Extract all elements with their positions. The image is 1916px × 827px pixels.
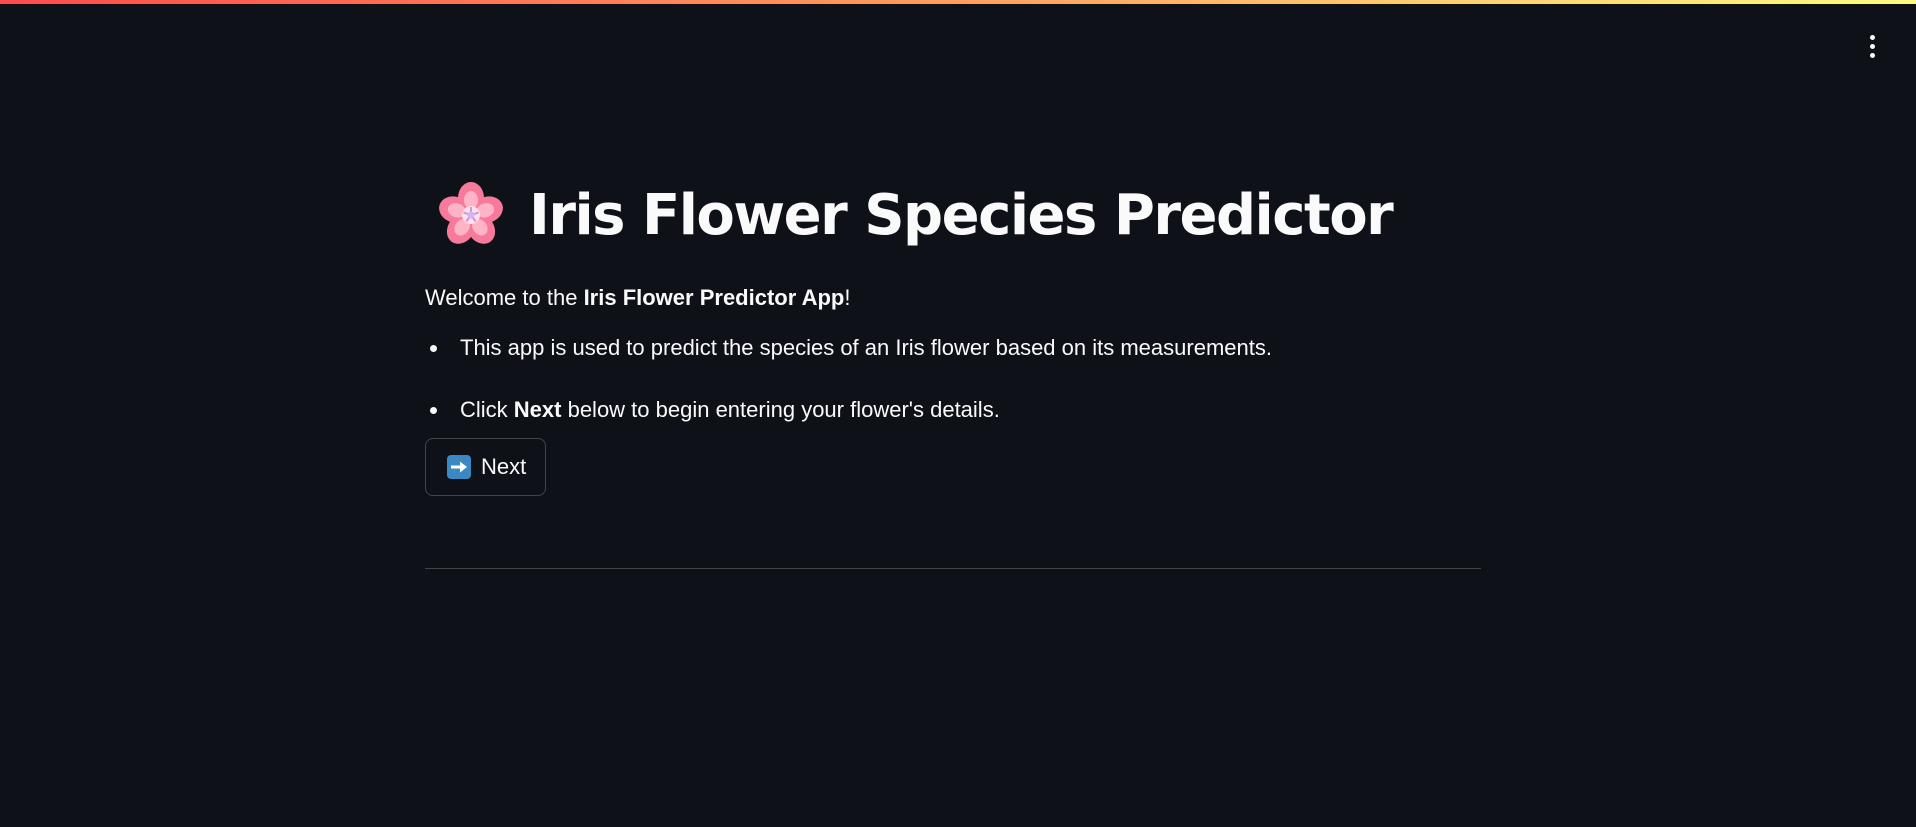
page-title: Iris Flower Species Predictor (529, 182, 1394, 248)
main-content: Iris Flower Species Predictor Welcome to… (425, 170, 1481, 569)
welcome-suffix: ! (844, 285, 851, 310)
welcome-text: Welcome to the Iris Flower Predictor App… (425, 282, 1481, 314)
cherry-blossom-icon (439, 182, 503, 244)
bullet-text-suffix: below to begin entering your flower's de… (561, 397, 1000, 422)
next-button-label: Next (481, 454, 527, 479)
bullet-text-prefix: Click (460, 397, 514, 422)
next-button[interactable]: Next (425, 438, 547, 496)
list-item: Click Next below to begin entering your … (425, 394, 1481, 426)
info-list: This app is used to predict the species … (425, 332, 1481, 426)
welcome-prefix: Welcome to the (425, 285, 584, 310)
right-arrow-icon (447, 455, 471, 479)
divider (425, 568, 1481, 569)
vertical-ellipsis-icon (1869, 34, 1875, 58)
top-decoration-bar (0, 0, 1916, 4)
list-item: This app is used to predict the species … (425, 332, 1481, 364)
title-row: Iris Flower Species Predictor (435, 170, 1481, 260)
welcome-app-name: Iris Flower Predictor App (583, 285, 845, 310)
bullet-text-bold: Next (513, 397, 562, 422)
main-menu-button[interactable] (1858, 30, 1886, 62)
bullet-text-purpose: This app is used to predict the species … (460, 335, 1272, 360)
